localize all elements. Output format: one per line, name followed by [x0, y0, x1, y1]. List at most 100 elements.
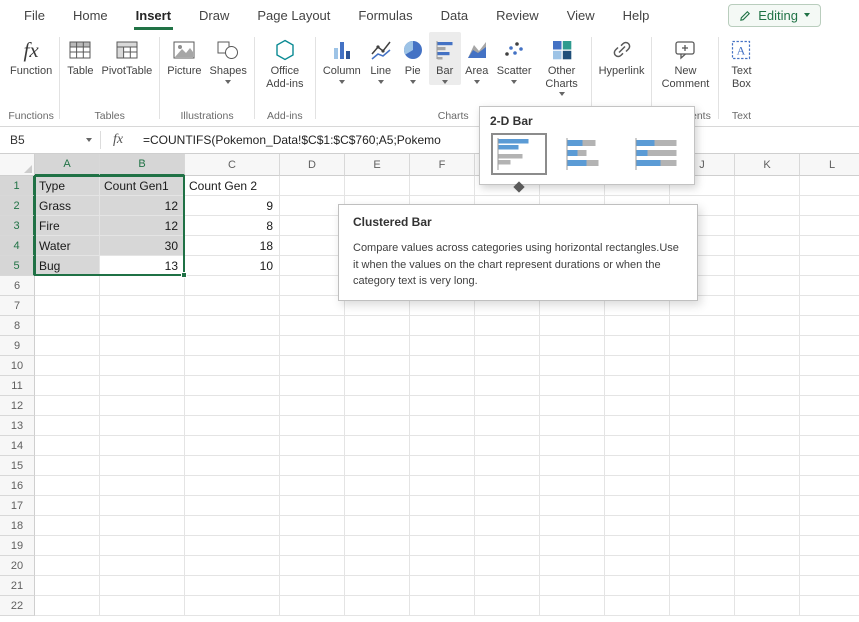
cell-A14[interactable] — [35, 436, 100, 456]
row-header-22[interactable]: 22 — [0, 596, 35, 616]
cell-D12[interactable] — [280, 396, 345, 416]
cell-F22[interactable] — [410, 596, 475, 616]
line-chart-button[interactable]: Line — [365, 32, 397, 85]
scatter-chart-button[interactable]: Scatter — [493, 32, 536, 85]
insert-function-fx-icon[interactable]: fx — [101, 127, 135, 153]
cell-K16[interactable] — [735, 476, 800, 496]
cell-H16[interactable] — [540, 476, 605, 496]
cell-B9[interactable] — [100, 336, 185, 356]
cell-C15[interactable] — [185, 456, 280, 476]
cell-F19[interactable] — [410, 536, 475, 556]
cell-B6[interactable] — [100, 276, 185, 296]
office-addins-button[interactable]: Office Add-ins — [258, 32, 312, 91]
cell-G9[interactable] — [475, 336, 540, 356]
cell-I11[interactable] — [605, 376, 670, 396]
cell-A6[interactable] — [35, 276, 100, 296]
row-header-10[interactable]: 10 — [0, 356, 35, 376]
editing-mode-button[interactable]: Editing — [728, 4, 821, 27]
row-header-2[interactable]: 2 — [0, 196, 35, 216]
cell-F9[interactable] — [410, 336, 475, 356]
cell-L20[interactable] — [800, 556, 859, 576]
cell-J17[interactable] — [670, 496, 735, 516]
select-all-corner[interactable] — [0, 154, 35, 176]
cell-D2[interactable] — [280, 196, 345, 216]
cell-K21[interactable] — [735, 576, 800, 596]
cell-F10[interactable] — [410, 356, 475, 376]
cell-A12[interactable] — [35, 396, 100, 416]
cell-A21[interactable] — [35, 576, 100, 596]
cell-C11[interactable] — [185, 376, 280, 396]
cell-C19[interactable] — [185, 536, 280, 556]
cell-A9[interactable] — [35, 336, 100, 356]
cell-A19[interactable] — [35, 536, 100, 556]
cell-H11[interactable] — [540, 376, 605, 396]
cell-L16[interactable] — [800, 476, 859, 496]
cell-D14[interactable] — [280, 436, 345, 456]
cell-F17[interactable] — [410, 496, 475, 516]
cell-H8[interactable] — [540, 316, 605, 336]
cell-G22[interactable] — [475, 596, 540, 616]
cell-E9[interactable] — [345, 336, 410, 356]
cell-C21[interactable] — [185, 576, 280, 596]
cell-D13[interactable] — [280, 416, 345, 436]
cell-C8[interactable] — [185, 316, 280, 336]
cell-B16[interactable] — [100, 476, 185, 496]
column-header-L[interactable]: L — [800, 154, 859, 176]
cell-E21[interactable] — [345, 576, 410, 596]
cell-A17[interactable] — [35, 496, 100, 516]
cell-C16[interactable] — [185, 476, 280, 496]
cell-C18[interactable] — [185, 516, 280, 536]
cell-K17[interactable] — [735, 496, 800, 516]
cell-C4[interactable]: 18 — [185, 236, 280, 256]
cell-G12[interactable] — [475, 396, 540, 416]
cell-J16[interactable] — [670, 476, 735, 496]
cell-I17[interactable] — [605, 496, 670, 516]
cell-I20[interactable] — [605, 556, 670, 576]
row-header-1[interactable]: 1 — [0, 176, 35, 196]
cell-L15[interactable] — [800, 456, 859, 476]
column-chart-button[interactable]: Column — [319, 32, 365, 85]
cell-H20[interactable] — [540, 556, 605, 576]
cell-B19[interactable] — [100, 536, 185, 556]
cell-E1[interactable] — [345, 176, 410, 196]
cell-I10[interactable] — [605, 356, 670, 376]
cell-B14[interactable] — [100, 436, 185, 456]
cell-C17[interactable] — [185, 496, 280, 516]
cell-C12[interactable] — [185, 396, 280, 416]
cell-L13[interactable] — [800, 416, 859, 436]
cell-E17[interactable] — [345, 496, 410, 516]
row-header-16[interactable]: 16 — [0, 476, 35, 496]
cell-L5[interactable] — [800, 256, 859, 276]
cell-G15[interactable] — [475, 456, 540, 476]
cell-B13[interactable] — [100, 416, 185, 436]
tab-file[interactable]: File — [10, 0, 59, 30]
cell-K8[interactable] — [735, 316, 800, 336]
row-header-21[interactable]: 21 — [0, 576, 35, 596]
cell-B18[interactable] — [100, 516, 185, 536]
cell-K1[interactable] — [735, 176, 800, 196]
stacked-100-bar-option[interactable] — [629, 133, 685, 175]
cell-K11[interactable] — [735, 376, 800, 396]
cell-E12[interactable] — [345, 396, 410, 416]
cell-H15[interactable] — [540, 456, 605, 476]
row-header-12[interactable]: 12 — [0, 396, 35, 416]
cell-H12[interactable] — [540, 396, 605, 416]
tab-view[interactable]: View — [553, 0, 609, 30]
cell-D5[interactable] — [280, 256, 345, 276]
cell-B8[interactable] — [100, 316, 185, 336]
cell-L7[interactable] — [800, 296, 859, 316]
cell-L9[interactable] — [800, 336, 859, 356]
cell-B1[interactable]: Count Gen1 — [100, 176, 185, 196]
cell-K12[interactable] — [735, 396, 800, 416]
cell-J14[interactable] — [670, 436, 735, 456]
column-header-A[interactable]: A — [35, 154, 100, 176]
cell-L12[interactable] — [800, 396, 859, 416]
cell-F1[interactable] — [410, 176, 475, 196]
cell-H18[interactable] — [540, 516, 605, 536]
row-header-20[interactable]: 20 — [0, 556, 35, 576]
stacked-bar-option[interactable] — [560, 133, 616, 175]
cell-D4[interactable] — [280, 236, 345, 256]
row-header-4[interactable]: 4 — [0, 236, 35, 256]
cell-F20[interactable] — [410, 556, 475, 576]
row-header-8[interactable]: 8 — [0, 316, 35, 336]
